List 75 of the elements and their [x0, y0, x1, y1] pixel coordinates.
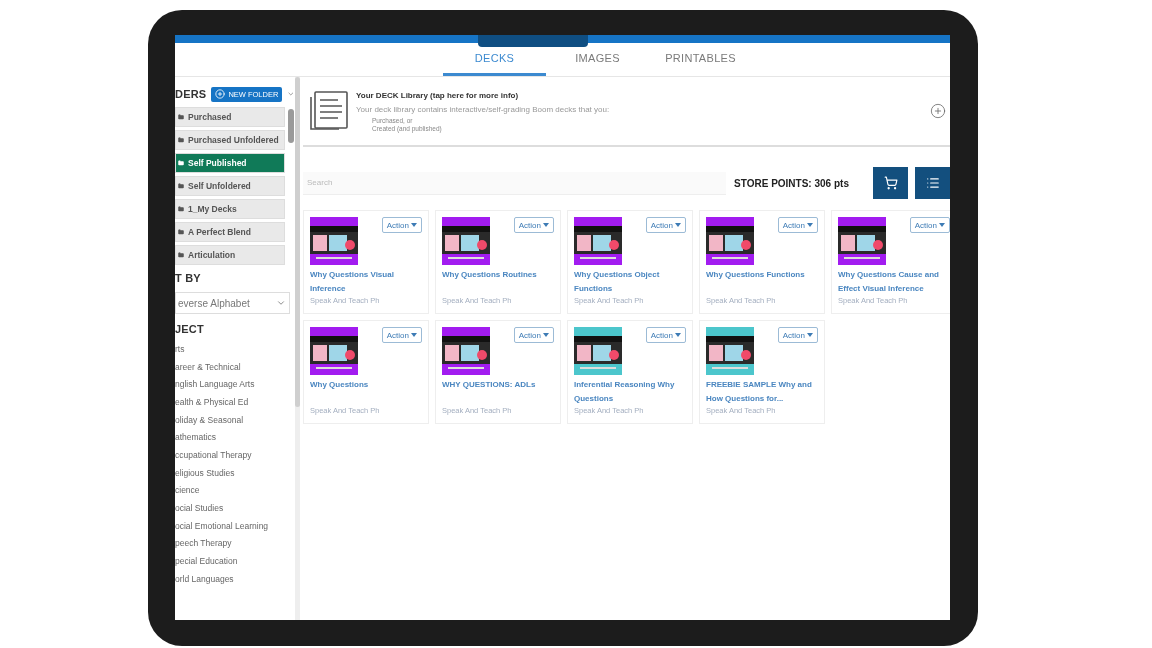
folder-icon: [178, 160, 184, 166]
folder-icon: [178, 114, 184, 120]
info-title: Your DECK Library (tap here for more info): [356, 90, 520, 100]
caret-icon: [411, 223, 417, 227]
subject-link[interactable]: ocial Studies: [175, 499, 295, 517]
list-view-button[interactable]: [915, 167, 950, 199]
folder-icon: [178, 229, 184, 235]
action-button[interactable]: Action: [777, 327, 818, 343]
store-points: STORE POINTS: 306 pts: [734, 177, 850, 189]
caret-icon: [807, 223, 813, 227]
deck-title[interactable]: Why Questions Cause and Effect Visual Inference: [838, 268, 950, 295]
caret-icon: [543, 333, 549, 337]
deck-title[interactable]: WHY QUESTIONS: ADLs: [442, 378, 554, 405]
subject-link[interactable]: ocial Emotional Learning: [175, 516, 295, 535]
plus-icon: [215, 89, 226, 99]
list-icon: [925, 176, 940, 190]
subject-link[interactable]: ccupational Therapy: [175, 446, 295, 464]
tab[interactable]: DECKS: [443, 43, 546, 76]
action-button[interactable]: Action: [513, 217, 554, 233]
caret-icon: [807, 333, 813, 337]
action-button[interactable]: Action: [645, 217, 686, 233]
subject-link[interactable]: cience: [175, 481, 295, 500]
subject-link[interactable]: oliday & Seasonal: [175, 410, 295, 429]
subject-link[interactable]: athematics: [175, 428, 295, 447]
subject-link[interactable]: pecial Education: [175, 552, 295, 570]
deck-title[interactable]: FREEBIE SAMPLE Why and How Questions for...: [706, 378, 818, 405]
section-heading: DERS: [175, 88, 207, 100]
caret-icon: [675, 333, 681, 337]
section-heading: JECT: [175, 323, 204, 335]
deck-title[interactable]: Inferential Reasoning Why Questions: [574, 378, 686, 405]
folder-icon: [178, 206, 184, 212]
action-button[interactable]: Action: [909, 217, 950, 233]
subject-link[interactable]: orld Languages: [175, 569, 295, 588]
action-button[interactable]: Action: [513, 327, 554, 343]
subject-link[interactable]: ealth & Physical Ed: [175, 393, 295, 411]
folder-item[interactable]: A Perfect Blend: [175, 222, 285, 242]
folder-item[interactable]: Self Unfoldered: [175, 176, 285, 196]
deck-title[interactable]: Why Questions Functions: [706, 268, 818, 295]
plus-icon[interactable]: [930, 103, 946, 119]
folder-item[interactable]: Self Published: [175, 153, 285, 173]
folder-item[interactable]: 1_My Decks: [175, 199, 285, 219]
subject-link[interactable]: eligious Studies: [175, 463, 295, 482]
scrollbar[interactable]: [288, 109, 294, 143]
folder-icon: [178, 137, 184, 143]
deck-title[interactable]: Why Questions Object Functions: [574, 268, 686, 295]
caret-icon: [411, 333, 417, 337]
subject-link[interactable]: rts: [175, 340, 295, 358]
action-button[interactable]: Action: [381, 327, 422, 343]
deck-title[interactable]: Why Questions Routines: [442, 268, 554, 295]
document-icon: [307, 89, 351, 133]
scrollbar[interactable]: [295, 77, 300, 407]
subject-link[interactable]: areer & Technical: [175, 357, 295, 376]
tab[interactable]: PRINTABLES: [649, 43, 752, 76]
section-heading: T BY: [175, 272, 201, 284]
action-button[interactable]: Action: [381, 217, 422, 233]
action-button[interactable]: Action: [645, 327, 686, 343]
caret-icon: [543, 223, 549, 227]
sort-dropdown[interactable]: everse Alphabet: [175, 292, 290, 314]
deck-title[interactable]: Why Questions Visual Inference: [310, 268, 422, 295]
caret-icon: [939, 223, 945, 227]
folder-item[interactable]: Purchased: [175, 107, 285, 127]
cart-icon: [883, 176, 898, 190]
folder-icon: [178, 252, 184, 258]
cart-button[interactable]: [873, 167, 908, 199]
subject-link[interactable]: nglish Language Arts: [175, 375, 295, 394]
caret-icon: [675, 223, 681, 227]
deck-title[interactable]: Why Questions: [310, 378, 422, 405]
subject-link[interactable]: peech Therapy: [175, 534, 295, 553]
folder-item[interactable]: Articulation: [175, 245, 285, 265]
info-text: Your deck library contains interactive/self-grading Boom decks that you:: [356, 104, 611, 114]
folder-icon: [178, 183, 184, 189]
action-button[interactable]: Action: [777, 217, 818, 233]
chevron-down-icon: [276, 298, 286, 308]
folder-item[interactable]: Purchased Unfoldered: [175, 130, 285, 150]
tab[interactable]: IMAGES: [546, 43, 649, 76]
